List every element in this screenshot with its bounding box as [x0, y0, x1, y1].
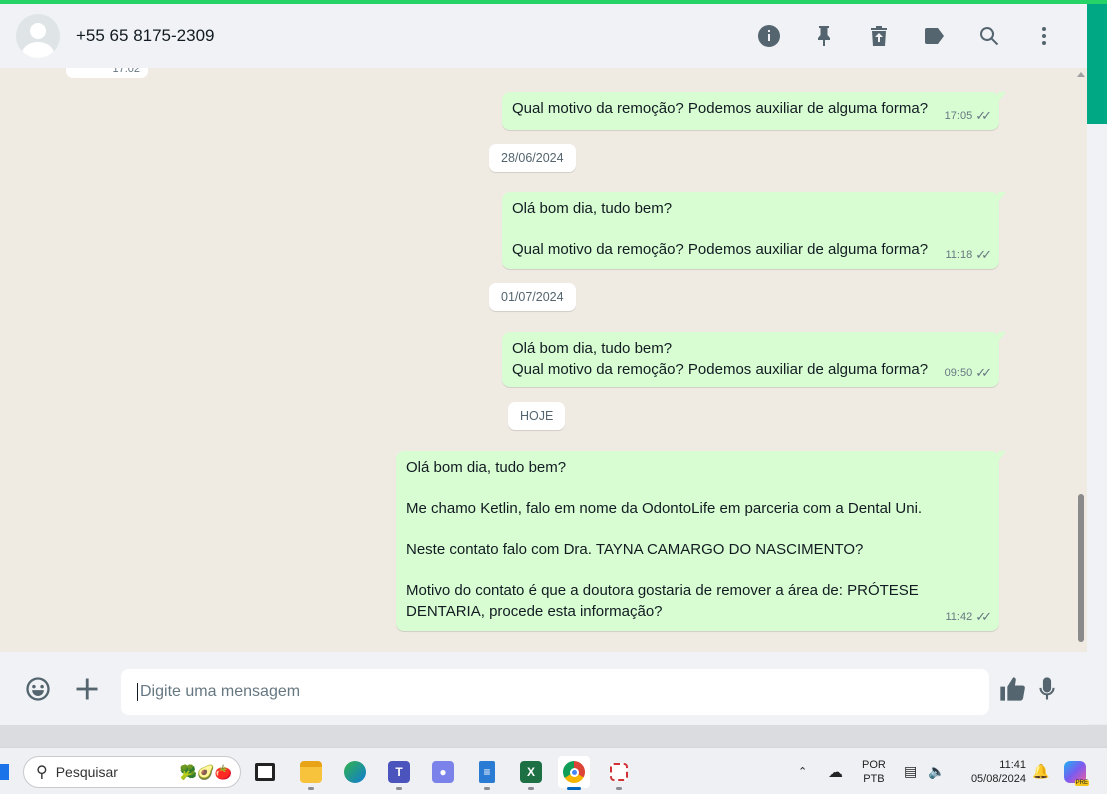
contact-avatar[interactable] — [16, 14, 60, 58]
delete-icon[interactable] — [851, 16, 906, 56]
windows-start-icon[interactable] — [0, 764, 9, 780]
copilot-badge: PRE — [1074, 779, 1089, 786]
header-actions — [741, 16, 1071, 56]
label-icon[interactable] — [906, 16, 961, 56]
side-panel — [1087, 124, 1107, 724]
chat-header: +55 65 8175-2309 — [0, 4, 1087, 68]
notification-bell-icon[interactable]: 🔔 — [1032, 748, 1049, 794]
message-meta: 11:42 ✓✓ — [945, 607, 991, 628]
date-chip: 01/07/2024 — [489, 283, 576, 311]
task-view-icon[interactable] — [249, 756, 281, 788]
previous-message-time: 17:02 — [66, 68, 148, 78]
teams-classic-icon[interactable]: T — [383, 756, 415, 790]
search-icon[interactable] — [961, 16, 1016, 56]
copilot-icon[interactable]: PRE — [1064, 748, 1089, 794]
file-explorer-icon[interactable] — [295, 756, 327, 790]
thumbs-up-icon[interactable] — [995, 672, 1029, 706]
date-chip: 28/06/2024 — [489, 144, 576, 172]
date-chip: HOJE — [508, 402, 566, 430]
show-hidden-icons-chevron-icon[interactable]: ⌃ — [798, 748, 807, 794]
teams-icon[interactable]: ● — [427, 756, 459, 788]
taskbar: ⚲ Pesquisar 🥦🥑🍅 T ● ≡ X ⌃ ☁ POR PTB ▤ 🔈 … — [0, 747, 1107, 794]
message-time: 17:05 — [944, 109, 973, 122]
message-bubble[interactable]: Qual motivo da remoção? Podemos auxiliar… — [502, 92, 1006, 130]
message-time: 11:18 — [945, 248, 973, 261]
message-text: Olá bom dia, tudo bem? Qual motivo da re… — [512, 340, 929, 378]
microphone-icon[interactable] — [1030, 672, 1064, 706]
taskbar-search-label: Pesquisar — [55, 764, 118, 780]
message-text: Olá bom dia, tudo bem? Qual motivo da re… — [512, 200, 929, 258]
message-input-box[interactable] — [121, 669, 989, 715]
attach-plus-icon[interactable] — [70, 672, 104, 706]
message-meta: 11:18 ✓✓ — [945, 245, 991, 266]
window-bottom-gap — [0, 725, 1107, 747]
search-icon: ⚲ — [36, 764, 48, 781]
message-time: 11:42 — [945, 610, 973, 623]
pin-icon[interactable] — [796, 16, 851, 56]
composer — [0, 652, 1087, 725]
language-code: POR — [862, 758, 886, 771]
clock-time: 11:41 — [999, 758, 1026, 771]
onedrive-offline-icon[interactable]: ☁ — [828, 748, 843, 794]
search-highlight-icon: 🥦🥑🍅 — [179, 763, 232, 780]
read-ticks-icon: ✓✓ — [975, 364, 992, 380]
excel-icon[interactable]: X — [515, 756, 547, 790]
message-bubble[interactable]: Olá bom dia, tudo bem? Qual motivo da re… — [502, 192, 1006, 269]
menu-icon[interactable] — [1016, 16, 1071, 56]
edge-icon[interactable] — [339, 756, 371, 788]
message-input[interactable] — [137, 683, 973, 701]
clock[interactable]: 11:41 05/08/2024 — [960, 748, 1026, 794]
volume-icon[interactable]: 🔈 — [928, 748, 945, 794]
chrome-icon[interactable] — [558, 756, 590, 790]
conversation-panel[interactable]: 17:02 Qual motivo da remoção? Podemos au… — [0, 68, 1087, 652]
chat-scrollbar[interactable] — [1078, 494, 1084, 642]
emoji-icon[interactable] — [21, 672, 55, 706]
clock-date: 05/08/2024 — [970, 772, 1026, 785]
keyboard-layout: PTB — [863, 772, 885, 785]
message-meta: 17:05 ✓✓ — [944, 106, 992, 127]
message-text: Olá bom dia, tudo bem? Me chamo Ketlin, … — [406, 459, 923, 620]
message-meta: 09:50 ✓✓ — [944, 363, 992, 384]
notepad-icon[interactable]: ≡ — [471, 756, 503, 790]
language-indicator[interactable]: POR PTB — [862, 748, 886, 794]
taskbar-search[interactable]: ⚲ Pesquisar 🥦🥑🍅 — [23, 756, 241, 788]
message-time: 09:50 — [944, 366, 973, 379]
side-panel-accent — [1087, 4, 1107, 124]
message-bubble[interactable]: Olá bom dia, tudo bem? Me chamo Ketlin, … — [396, 451, 1006, 631]
network-icon[interactable]: ▤ — [904, 748, 917, 794]
read-ticks-icon: ✓✓ — [975, 246, 992, 262]
info-icon[interactable] — [741, 16, 796, 56]
scroll-up-arrow[interactable] — [1077, 72, 1085, 77]
read-ticks-icon: ✓✓ — [975, 107, 992, 123]
message-bubble[interactable]: Olá bom dia, tudo bem? Qual motivo da re… — [502, 332, 1006, 387]
snipping-tool-icon[interactable] — [603, 756, 635, 790]
contact-name[interactable]: +55 65 8175-2309 — [76, 26, 215, 46]
read-ticks-icon: ✓✓ — [975, 608, 992, 624]
message-text: Qual motivo da remoção? Podemos auxiliar… — [512, 100, 929, 117]
